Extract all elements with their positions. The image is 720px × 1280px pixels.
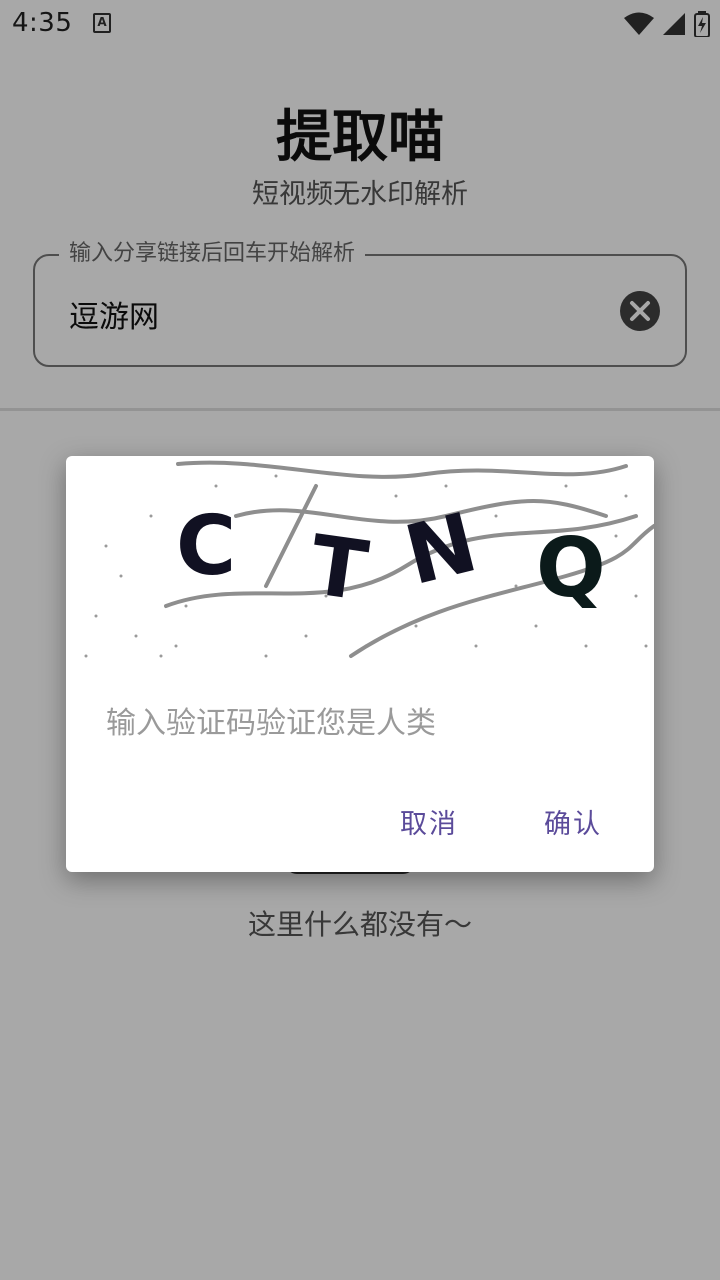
captcha-letter: N bbox=[396, 495, 486, 604]
cancel-button[interactable]: 取消 bbox=[392, 796, 466, 847]
captcha-letter: C bbox=[176, 499, 236, 594]
captcha-image[interactable]: C T N Q bbox=[66, 456, 654, 668]
captcha-letter: Q bbox=[536, 521, 606, 616]
captcha-dialog: C T N Q 取消 确认 bbox=[66, 456, 654, 872]
captcha-letter: T bbox=[304, 518, 373, 620]
confirm-button[interactable]: 确认 bbox=[536, 796, 610, 847]
captcha-input[interactable] bbox=[106, 700, 614, 746]
